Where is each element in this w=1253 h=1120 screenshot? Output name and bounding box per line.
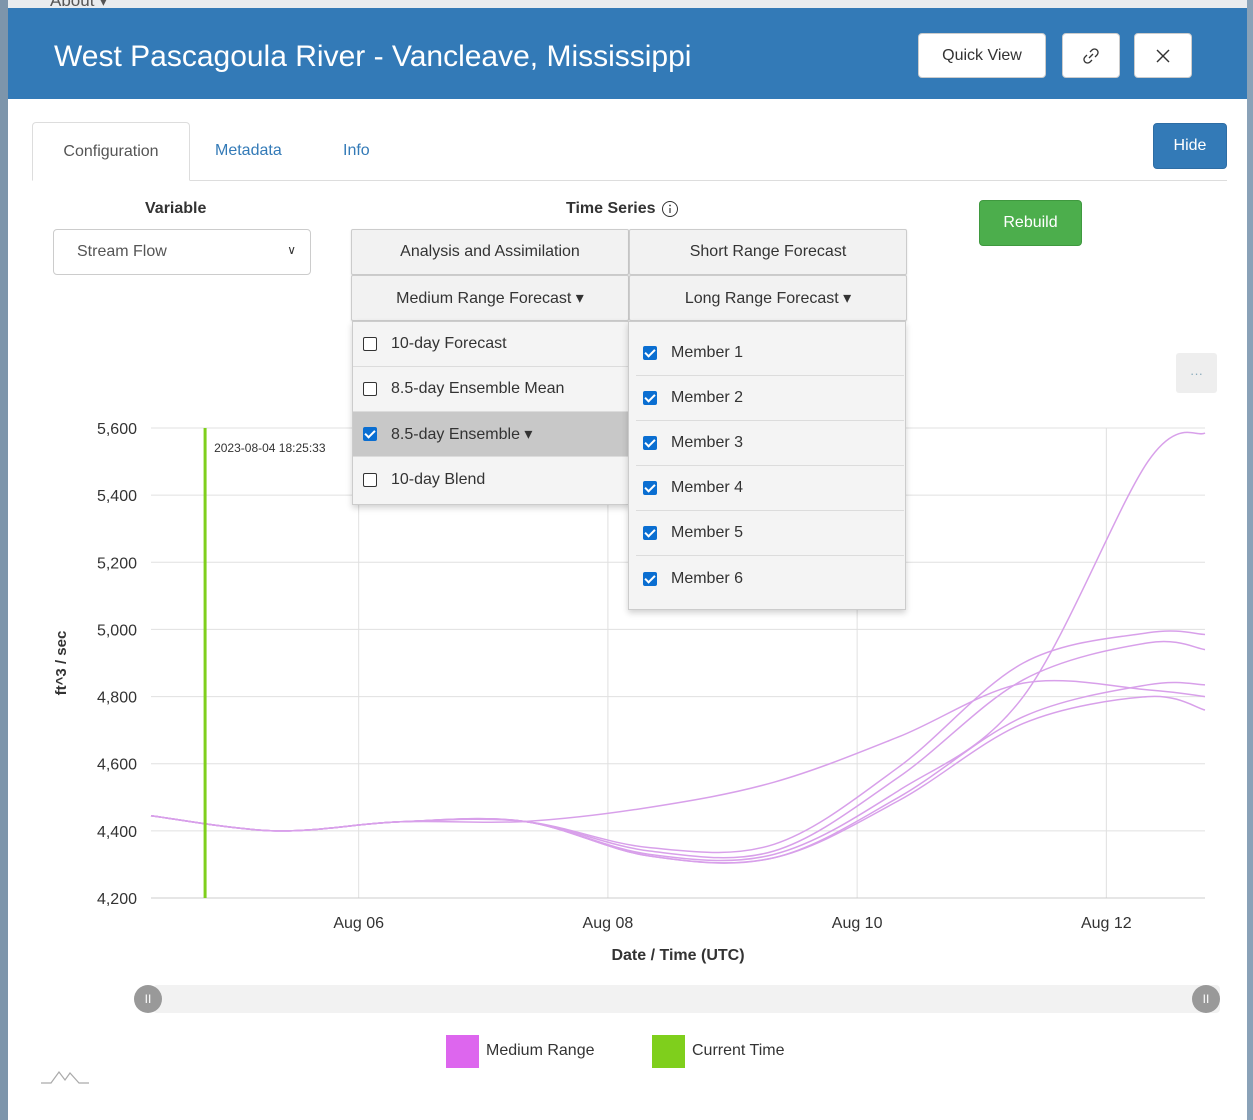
- menu-item-label: Member 3: [671, 434, 744, 451]
- slider-handle-left-icon[interactable]: II: [134, 985, 162, 1013]
- short-range-button[interactable]: Short Range Forecast: [629, 229, 907, 275]
- checkbox-checked[interactable]: [643, 481, 657, 495]
- modal-header: West Pascagoula River - Vancleave, Missi…: [8, 8, 1247, 99]
- tab-configuration[interactable]: Configuration: [32, 122, 190, 181]
- slider-handle-right-icon[interactable]: II: [1192, 985, 1220, 1013]
- chevron-down-icon: ∨: [287, 243, 296, 257]
- analysis-assimilation-button[interactable]: Analysis and Assimilation: [351, 229, 629, 275]
- info-icon[interactable]: [661, 200, 679, 218]
- checkbox[interactable]: [363, 472, 377, 487]
- x-axis-label: Date / Time (UTC): [611, 947, 744, 964]
- menu-item-member-6[interactable]: Member 6: [636, 556, 904, 601]
- quick-view-button[interactable]: Quick View: [918, 33, 1046, 78]
- variable-select-value: Stream Flow: [77, 243, 167, 260]
- rebuild-button[interactable]: Rebuild: [979, 200, 1082, 246]
- series-line-member-5: [150, 695, 1206, 864]
- time-series-label: Time Series: [566, 200, 679, 218]
- checkbox-checked[interactable]: [643, 436, 657, 450]
- medium-range-button[interactable]: Medium Range Forecast ▾: [351, 275, 629, 321]
- tab-metadata[interactable]: Metadata: [215, 122, 282, 180]
- background-nav: [0, 0, 1253, 8]
- menu-item-label: 10-day Blend: [391, 470, 486, 488]
- close-icon: [1156, 49, 1170, 62]
- medium-range-menu: 10-day Forecast 8.5-day Ensemble Mean 8.…: [352, 321, 630, 505]
- checkbox-checked[interactable]: [643, 526, 657, 540]
- checkbox[interactable]: [363, 382, 377, 396]
- y-tick-label: 5,400: [97, 488, 137, 505]
- menu-item-member-5[interactable]: Member 5: [636, 511, 904, 556]
- tab-bar: Configuration Metadata Info: [32, 122, 1227, 181]
- legend-label-current-time[interactable]: Current Time: [692, 1042, 784, 1060]
- variable-select[interactable]: Stream Flow ∨: [53, 229, 311, 275]
- y-tick-label: 4,800: [97, 690, 137, 707]
- checkbox-checked[interactable]: [643, 571, 657, 586]
- y-tick-label: 4,200: [97, 891, 137, 908]
- menu-item-member-3[interactable]: Member 3: [636, 421, 904, 466]
- menu-item-label: Member 6: [671, 569, 744, 587]
- series-line-member-3: [150, 640, 1206, 859]
- menu-item-10-day-blend[interactable]: 10-day Blend: [353, 457, 629, 502]
- checkbox-checked[interactable]: [643, 346, 657, 360]
- variable-label: Variable: [145, 200, 207, 217]
- menu-item-label: Member 1: [671, 344, 744, 361]
- x-tick-label: Aug 06: [333, 915, 384, 932]
- legend-swatch-medium-range: [446, 1035, 479, 1068]
- checkbox-checked[interactable]: [363, 427, 377, 441]
- y-tick-label: 5,200: [97, 555, 137, 572]
- chart-logo-icon: [41, 1070, 89, 1084]
- menu-item-label: Member 5: [671, 524, 744, 541]
- menu-item-label: 10-day Forecast: [391, 335, 507, 352]
- legend-swatch-current-time: [652, 1035, 685, 1068]
- x-tick-label: Aug 12: [1081, 915, 1132, 932]
- page-title: West Pascagoula River - Vancleave, Missi…: [54, 40, 692, 73]
- checkbox[interactable]: [363, 337, 377, 351]
- menu-item-member-1[interactable]: Member 1: [636, 331, 904, 376]
- x-tick-label: Aug 08: [583, 915, 634, 932]
- legend-label-medium-range[interactable]: Medium Range: [486, 1042, 595, 1060]
- link-icon: [1083, 47, 1099, 64]
- current-time-label: 2023-08-04 18:25:33: [214, 441, 326, 455]
- long-range-button[interactable]: Long Range Forecast ▾: [629, 275, 907, 321]
- y-tick-label: 5,600: [97, 421, 137, 438]
- y-tick-label: 5,000: [97, 622, 137, 639]
- menu-item-label: 8.5-day Ensemble Mean: [391, 380, 565, 397]
- menu-item-member-2[interactable]: Member 2: [636, 376, 904, 421]
- x-tick-label: Aug 10: [832, 915, 883, 932]
- gauge-modal: West Pascagoula River - Vancleave, Missi…: [8, 8, 1247, 1120]
- y-tick-label: 4,400: [97, 824, 137, 841]
- menu-item-label: Member 4: [671, 479, 744, 496]
- menu-item-ensemble-mean[interactable]: 8.5-day Ensemble Mean: [353, 367, 629, 412]
- checkbox-checked[interactable]: [643, 391, 657, 405]
- chart-menu-button[interactable]: ···: [1176, 353, 1217, 393]
- menu-item-member-4[interactable]: Member 4: [636, 466, 904, 511]
- background-map-right: [1247, 0, 1253, 1120]
- y-axis-label: ft^3 / sec: [53, 631, 70, 696]
- menu-item-ensemble[interactable]: 8.5-day Ensemble ▾: [353, 412, 629, 457]
- series-line-member-1: [150, 679, 1206, 832]
- close-button[interactable]: [1134, 33, 1192, 78]
- tab-info[interactable]: Info: [343, 122, 370, 180]
- menu-item-label: Member 2: [671, 389, 744, 406]
- time-series-label-text: Time Series: [566, 200, 656, 217]
- menu-item-10-day-forecast[interactable]: 10-day Forecast: [353, 322, 629, 367]
- series-line-member-6: [150, 681, 1206, 864]
- hide-button[interactable]: Hide: [1153, 123, 1227, 169]
- time-range-slider[interactable]: [153, 985, 1220, 1013]
- background-map-left: [0, 0, 8, 1120]
- link-button[interactable]: [1062, 33, 1120, 78]
- y-tick-label: 4,600: [97, 757, 137, 774]
- series-line-member-2: [150, 630, 1206, 854]
- menu-item-label: 8.5-day Ensemble ▾: [391, 426, 533, 443]
- long-range-menu: Member 1 Member 2 Member 3 Member 4 Memb…: [628, 321, 906, 610]
